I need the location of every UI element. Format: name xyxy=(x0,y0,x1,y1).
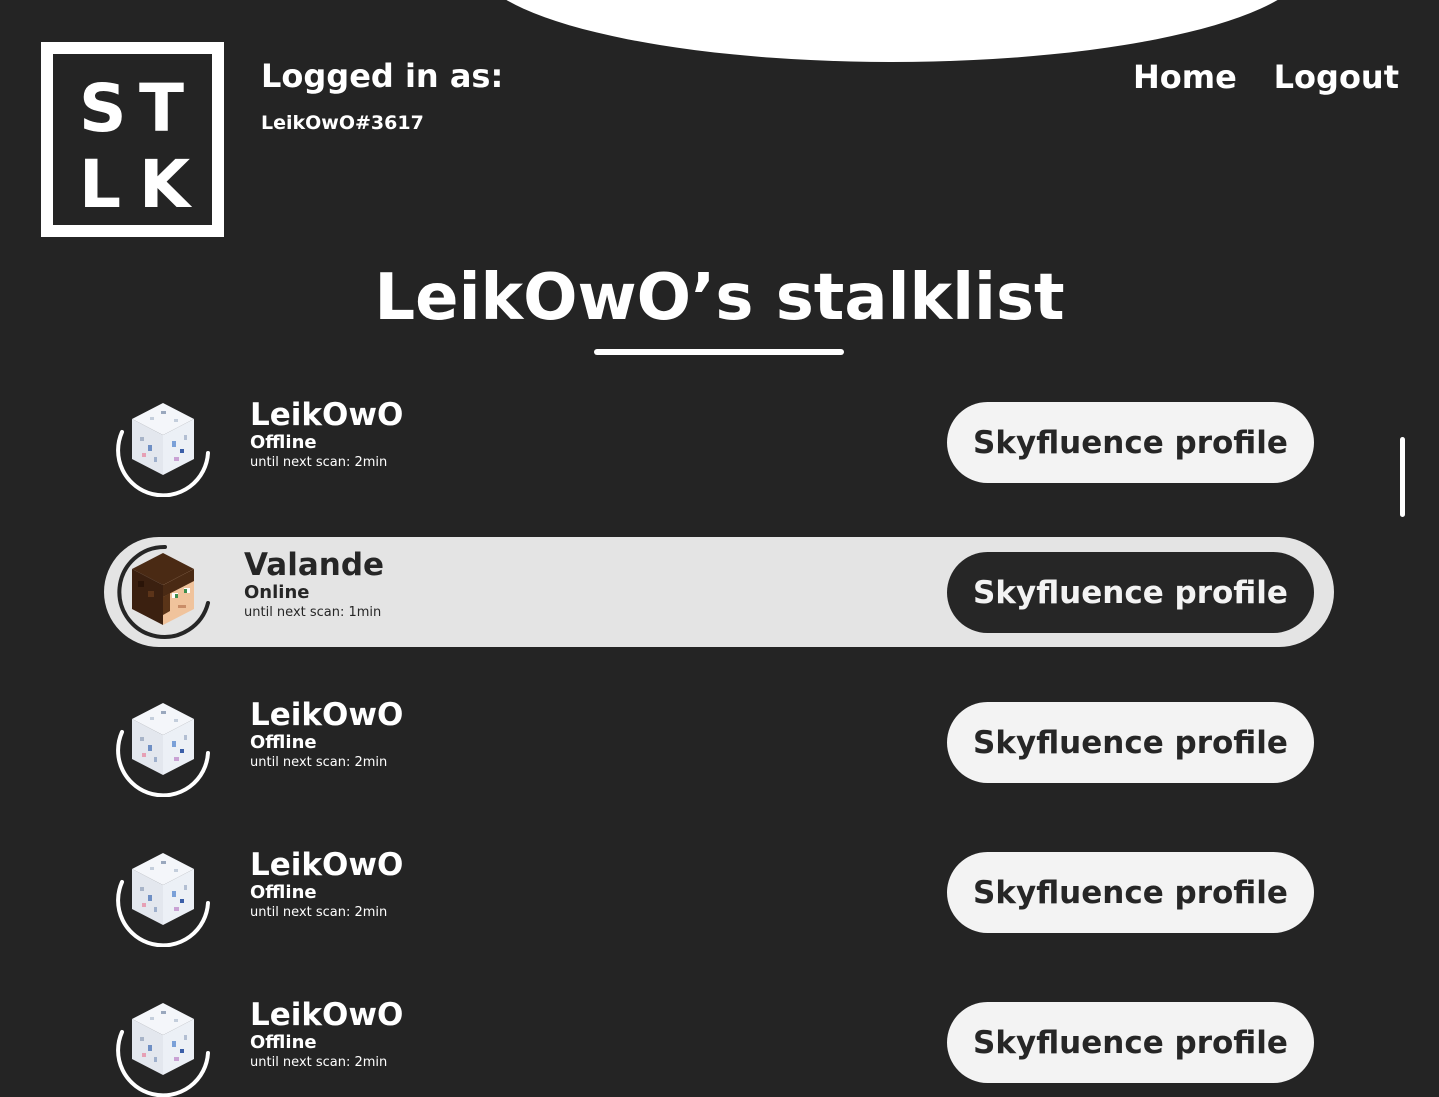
nav-logout-link[interactable]: Logout xyxy=(1274,57,1399,97)
player-status: Offline xyxy=(250,732,317,753)
skyfluence-profile-button[interactable]: Skyfluence profile xyxy=(947,1002,1314,1083)
player-status: Offline xyxy=(250,1032,317,1053)
player-row[interactable]: LeikOwO Offline until next scan: 2min Skyfl… xyxy=(104,837,1334,947)
skyfluence-profile-button[interactable]: Skyfluence profile xyxy=(947,852,1314,933)
nav-home-link[interactable]: Home xyxy=(1133,57,1237,97)
player-name: Valande xyxy=(244,547,385,583)
title-underline xyxy=(594,349,844,355)
next-scan-timer: until next scan: 2min xyxy=(250,1055,388,1070)
next-scan-timer: until next scan: 1min xyxy=(244,605,382,620)
player-status: Offline xyxy=(250,882,317,903)
scrollbar-thumb[interactable] xyxy=(1400,437,1405,517)
next-scan-timer: until next scan: 2min xyxy=(250,455,388,470)
brown-hair-head-icon xyxy=(128,551,198,627)
player-row[interactable]: LeikOwO Offline until next scan: 2min Skyfl… xyxy=(104,987,1334,1097)
white-block-head-icon xyxy=(128,701,198,777)
next-scan-timer: until next scan: 2min xyxy=(250,905,388,920)
logo-letter-k: K xyxy=(139,146,191,223)
player-name: LeikOwO xyxy=(250,397,404,433)
decorative-header-wave xyxy=(474,0,1310,62)
white-block-head-icon xyxy=(128,1001,198,1077)
page-title: LeikOwO’s stalklist xyxy=(374,261,1065,335)
player-name: LeikOwO xyxy=(250,697,404,733)
stlk-logo[interactable]: S T L K xyxy=(41,42,224,237)
player-status: Online xyxy=(244,582,310,603)
player-name: LeikOwO xyxy=(250,847,404,883)
skyfluence-profile-button[interactable]: Skyfluence profile xyxy=(947,402,1314,483)
skyfluence-profile-button[interactable]: Skyfluence profile xyxy=(947,702,1314,783)
player-row[interactable]: Valande Online until next scan: 1min Skyflu… xyxy=(104,537,1334,647)
player-name: LeikOwO xyxy=(250,997,404,1033)
logo-letter-s: S xyxy=(79,70,127,147)
logo-letter-l: L xyxy=(79,146,122,223)
next-scan-timer: until next scan: 2min xyxy=(250,755,388,770)
player-status: Offline xyxy=(250,432,317,453)
player-row[interactable]: LeikOwO Offline until next scan: 2min Skyfl… xyxy=(104,387,1334,497)
white-block-head-icon xyxy=(128,401,198,477)
logged-in-username: LeikOwO#3617 xyxy=(261,112,424,134)
player-row[interactable]: LeikOwO Offline until next scan: 2min Skyfl… xyxy=(104,687,1334,797)
logo-letter-t: T xyxy=(139,70,185,147)
white-block-head-icon xyxy=(128,851,198,927)
skyfluence-profile-button[interactable]: Skyfluence profile xyxy=(947,552,1314,633)
logged-in-label: Logged in as: xyxy=(261,57,504,95)
